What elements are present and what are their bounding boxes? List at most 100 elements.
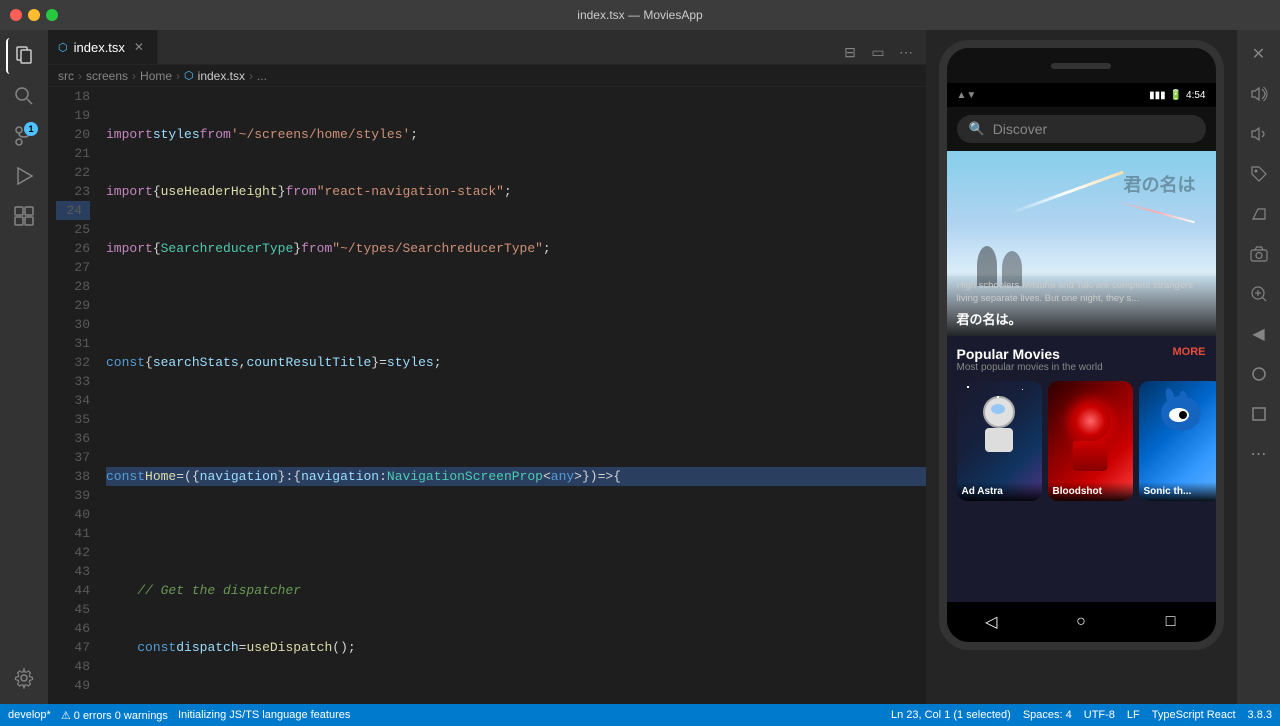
sidebar-item-search[interactable] bbox=[6, 78, 42, 114]
tag-button[interactable] bbox=[1243, 158, 1275, 190]
sidebar-item-settings[interactable] bbox=[6, 660, 42, 696]
sound-high-button[interactable] bbox=[1243, 78, 1275, 110]
search-placeholder-text: Discover bbox=[993, 121, 1047, 137]
bloodshot-body bbox=[1073, 441, 1108, 471]
ts-version[interactable]: 3.8.3 bbox=[1248, 709, 1272, 721]
more-actions-button[interactable]: ⋯ bbox=[894, 40, 918, 64]
phone-status-bar: ▲▼ ▮▮▮ 🔋 4:54 bbox=[947, 83, 1216, 107]
breadcrumb-home[interactable]: Home bbox=[140, 69, 172, 83]
language-mode[interactable]: TypeScript React bbox=[1152, 709, 1236, 721]
cursor-position[interactable]: Ln 23, Col 1 (1 selected) bbox=[891, 709, 1011, 721]
code-line-27: const dispatch = useDispatch(); bbox=[106, 638, 926, 657]
sidebar-item-files[interactable] bbox=[6, 38, 42, 74]
more-button[interactable]: MORE bbox=[1173, 346, 1206, 358]
app-search-bar: 🔍 Discover bbox=[947, 107, 1216, 151]
movies-row: Ad Astra bbox=[957, 381, 1206, 501]
status-message[interactable]: Initializing JS/TS language features bbox=[178, 709, 350, 721]
movie-label-sonic: Sonic th... bbox=[1139, 482, 1216, 501]
code-line-28 bbox=[106, 695, 926, 704]
breadcrumb-file-icon: ⬡ bbox=[184, 69, 194, 82]
code-line-22: const {searchStats, countResultTitle} = … bbox=[106, 353, 926, 372]
sonic-head bbox=[1161, 396, 1201, 431]
movie-label-bloodshot: Bloodshot bbox=[1048, 482, 1133, 501]
nav-back-button[interactable]: ◁ bbox=[971, 607, 1011, 637]
nav-recents-button[interactable]: □ bbox=[1151, 607, 1191, 637]
featured-description: High schoolers Mitsuha and Taki are comp… bbox=[957, 280, 1206, 305]
search-input-box[interactable]: 🔍 Discover bbox=[957, 115, 1206, 143]
code-line-19: import {useHeaderHeight} from "react-nav… bbox=[106, 182, 926, 201]
sidebar-item-extensions[interactable] bbox=[6, 198, 42, 234]
astronaut-helmet bbox=[983, 396, 1015, 428]
bloodshot-figure bbox=[1063, 401, 1118, 476]
popular-header: Popular Movies Most popular movies in th… bbox=[957, 346, 1206, 373]
popular-subtitle: Most popular movies in the world bbox=[957, 362, 1103, 373]
code-line-26: // Get the dispatcher bbox=[106, 581, 926, 600]
right-sidebar: ✕ bbox=[1236, 30, 1280, 704]
status-right: Ln 23, Col 1 (1 selected) Spaces: 4 UTF-… bbox=[891, 709, 1272, 721]
popular-title: Popular Movies bbox=[957, 346, 1103, 362]
popular-section: Popular Movies Most popular movies in th… bbox=[947, 336, 1216, 602]
sonic-pupil bbox=[1179, 411, 1187, 419]
zoom-in-button[interactable] bbox=[1243, 278, 1275, 310]
movie-card-ad-astra[interactable]: Ad Astra bbox=[957, 381, 1042, 501]
editor-area: ⬡ index.tsx ✕ ⊟ ▭ ⋯ src › screens › Home… bbox=[48, 30, 926, 704]
split-editor-button[interactable]: ⊟ bbox=[838, 40, 862, 64]
tab-bar: ⬡ index.tsx ✕ ⊟ ▭ ⋯ bbox=[48, 30, 926, 65]
encoding[interactable]: UTF-8 bbox=[1084, 709, 1115, 721]
movie-card-bloodshot[interactable]: Bloodshot bbox=[1048, 381, 1133, 501]
tsx-file-icon: ⬡ bbox=[58, 41, 68, 54]
line-ending[interactable]: LF bbox=[1127, 709, 1140, 721]
maximize-button[interactable] bbox=[46, 9, 58, 21]
circle-button[interactable] bbox=[1243, 358, 1275, 390]
featured-movie[interactable]: 君の名は High schoolers Mitsuha and Taki are… bbox=[947, 151, 1216, 336]
search-icon: 🔍 bbox=[969, 121, 985, 137]
sidebar-item-debug[interactable] bbox=[6, 158, 42, 194]
breadcrumb-more[interactable]: ... bbox=[257, 69, 267, 83]
camera-button[interactable] bbox=[1243, 238, 1275, 270]
breadcrumb-src[interactable]: src bbox=[58, 69, 74, 83]
error-count[interactable]: ⚠ 0 errors 0 warnings bbox=[61, 709, 168, 722]
code-line-25 bbox=[106, 524, 926, 543]
sonic-eye bbox=[1169, 408, 1189, 422]
star-1 bbox=[967, 386, 969, 388]
phone-screen: 🔍 Discover 君の名は bbox=[947, 107, 1216, 642]
time-display: 4:54 bbox=[1186, 90, 1205, 101]
movie-card-sonic[interactable]: Sonic th... bbox=[1139, 381, 1216, 501]
featured-overlay: High schoolers Mitsuha and Taki are comp… bbox=[947, 272, 1216, 336]
close-panel-button[interactable]: ✕ bbox=[1243, 38, 1275, 70]
movie-poster-sonic: Sonic th... bbox=[1139, 381, 1216, 501]
arrow-left-button[interactable]: ◀ bbox=[1243, 318, 1275, 350]
status-left: develop* ⚠ 0 errors 0 warnings Initializ… bbox=[8, 709, 350, 722]
nav-home-button[interactable]: ○ bbox=[1061, 607, 1101, 637]
more-options-button[interactable]: ⋯ bbox=[1243, 438, 1275, 470]
window-controls bbox=[10, 9, 58, 21]
tab-label: index.tsx bbox=[74, 40, 125, 55]
erase-button[interactable] bbox=[1243, 198, 1275, 230]
breadcrumb-file[interactable]: index.tsx bbox=[198, 69, 245, 83]
movie-poster-bloodshot: Bloodshot bbox=[1048, 381, 1133, 501]
movie-poster-ad-astra: Ad Astra bbox=[957, 381, 1042, 501]
source-control-badge: 1 bbox=[24, 122, 38, 136]
tab-index-tsx[interactable]: ⬡ index.tsx ✕ bbox=[48, 30, 158, 64]
phone-top-bar bbox=[947, 48, 1216, 83]
signal-icon: ▮▮▮ bbox=[1149, 90, 1166, 101]
spaces-config[interactable]: Spaces: 4 bbox=[1023, 709, 1072, 721]
sound-low-button[interactable] bbox=[1243, 118, 1275, 150]
git-branch[interactable]: develop* bbox=[8, 709, 51, 721]
sidebar-item-source-control[interactable]: 1 bbox=[6, 118, 42, 154]
breadcrumb-screens[interactable]: screens bbox=[86, 69, 128, 83]
square-button[interactable] bbox=[1243, 398, 1275, 430]
phone-panel: ▲▼ ▮▮▮ 🔋 4:54 🔍 Discover bbox=[926, 30, 1236, 704]
toggle-sidebar-button[interactable]: ▭ bbox=[866, 40, 890, 64]
star-3 bbox=[1022, 389, 1023, 390]
bloodshot-head bbox=[1070, 401, 1110, 441]
close-button[interactable] bbox=[10, 9, 22, 21]
code-content[interactable]: import styles from '~/screens/home/style… bbox=[98, 87, 926, 704]
tab-close-button[interactable]: ✕ bbox=[131, 39, 147, 55]
code-editor[interactable]: 18 19 20 21 22 23 24 25 26 27 28 29 30 3… bbox=[48, 87, 926, 704]
phone-status-right: ▮▮▮ 🔋 4:54 bbox=[1149, 90, 1205, 101]
code-line-24: const Home = ({navigation}: { navigation… bbox=[106, 467, 926, 486]
minimize-button[interactable] bbox=[28, 9, 40, 21]
sonic-figure bbox=[1161, 396, 1201, 431]
phone-bottom-nav: ◁ ○ □ bbox=[947, 602, 1216, 642]
